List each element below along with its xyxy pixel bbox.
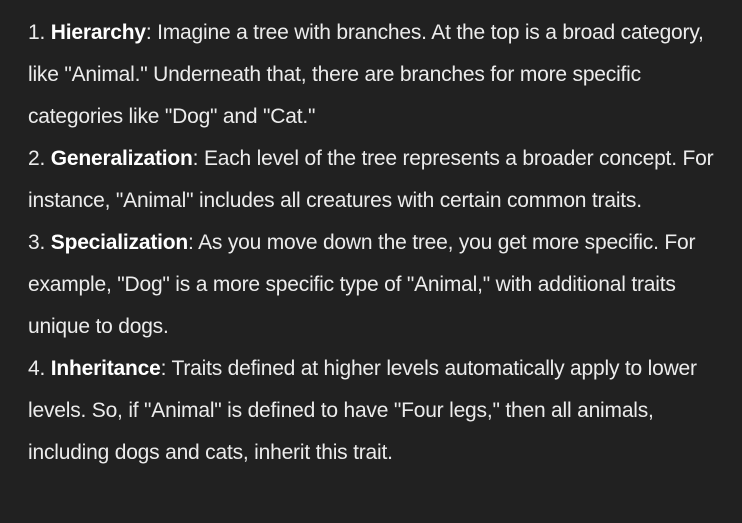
list-item-number: 4.: [28, 357, 46, 380]
list-item-term: Hierarchy: [50, 21, 146, 44]
list-item-inheritance: 4. Inheritance: Traits defined at higher…: [28, 348, 728, 474]
chat-message-content: 1. Hierarchy: Imagine a tree with branch…: [0, 0, 742, 523]
list-item-generalization: 2. Generalization: Each level of the tre…: [28, 138, 728, 222]
list-item-term: Specialization: [50, 231, 189, 254]
list-item-number: 1.: [28, 21, 46, 44]
list-item-term: Inheritance: [50, 357, 161, 380]
list-item-specialization: 3. Specialization: As you move down the …: [28, 222, 728, 348]
list-item-hierarchy: 1. Hierarchy: Imagine a tree with branch…: [28, 12, 728, 138]
list-item-term: Generalization: [50, 147, 193, 170]
list-item-number: 2.: [28, 147, 46, 170]
list-item-number: 3.: [28, 231, 46, 254]
